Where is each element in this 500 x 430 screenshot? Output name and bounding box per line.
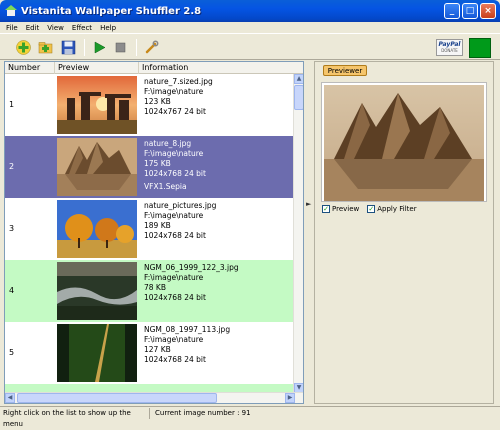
checkbox-check-icon[interactable]: ✓: [322, 205, 330, 213]
image-dimensions: 1024x768 24 bit: [144, 355, 206, 364]
table-row[interactable]: 2 nature_8.jpg F:\image\nature 175 KB 10…: [5, 136, 295, 198]
status-hint: Right click on the list to show up the m…: [0, 407, 150, 428]
app-icon: [5, 5, 17, 17]
save-icon[interactable]: [61, 40, 76, 55]
effect-label: VFX1.Sepia: [144, 182, 187, 191]
horizontal-scrollbar[interactable]: ◀ ▶: [5, 392, 303, 403]
row-number: 2: [9, 162, 15, 171]
file-size: 189 KB: [144, 221, 171, 230]
list-header: Number Preview Information: [5, 62, 303, 74]
status-bar: Right click on the list to show up the m…: [0, 406, 500, 428]
previewer-tab[interactable]: Previewer: [323, 65, 367, 76]
preview-panel: Previewer ✓ Preview ✓ Apply Filter: [314, 61, 494, 404]
file-name: nature_7.sized.jpg: [144, 77, 213, 86]
table-row[interactable]: 3 nature_pictures.jpg F:\image\nature 18…: [5, 198, 295, 260]
row-information: NGM_06_1999_122_3.jpg F:\image\nature 78…: [144, 263, 239, 303]
scroll-thumb[interactable]: [294, 85, 303, 110]
row-number: 1: [9, 100, 15, 109]
image-dimensions: 1024x768 24 bit: [144, 169, 206, 178]
row-number: 4: [9, 286, 15, 295]
menu-bar: File Edit View Effect Help: [0, 22, 500, 33]
column-information[interactable]: Information: [139, 62, 303, 74]
file-size: 175 KB: [144, 159, 171, 168]
preview-checkbox-label: Preview: [332, 205, 360, 213]
image-dimensions: 1024x767 24 bit: [144, 107, 206, 116]
menu-effect[interactable]: Effect: [72, 24, 92, 32]
preview-frame: [321, 82, 487, 202]
file-name: nature_8.jpg: [144, 139, 192, 148]
file-path: F:\image\nature: [144, 273, 204, 282]
window-title: Vistanita Wallpaper Shuffler 2.8: [21, 5, 202, 17]
apply-filter-checkbox[interactable]: ✓ Apply Filter: [367, 205, 417, 213]
menu-help[interactable]: Help: [100, 24, 116, 32]
column-preview[interactable]: Preview: [55, 62, 139, 74]
image-dimensions: 1024x768 24 bit: [144, 231, 206, 240]
splitter-arrow-icon[interactable]: ►: [306, 199, 311, 209]
preview-image: [324, 85, 484, 201]
row-information: nature_8.jpg F:\image\nature 175 KB 1024…: [144, 139, 206, 192]
add-icon[interactable]: [16, 40, 31, 55]
column-number[interactable]: Number: [5, 62, 55, 74]
thumbnail-image: [57, 262, 137, 320]
scroll-thumb[interactable]: [17, 393, 217, 403]
row-number: 3: [9, 224, 15, 233]
play-icon[interactable]: [92, 40, 107, 55]
close-button[interactable]: ×: [480, 3, 496, 19]
row-information: nature_pictures.jpg F:\image\nature 189 …: [144, 201, 216, 241]
image-dimensions: 1024x768 24 bit: [144, 293, 206, 302]
thumbnail-image: [57, 76, 137, 134]
panel-splitter[interactable]: ►: [305, 61, 313, 404]
file-path: F:\image\nature: [144, 149, 204, 158]
file-size: 78 KB: [144, 283, 166, 292]
preview-checkbox[interactable]: ✓ Preview: [322, 205, 359, 213]
row-number: 5: [9, 348, 15, 357]
table-row[interactable]: 5 NGM_08_1997_113.jpg F:\image\nature 12…: [5, 322, 295, 384]
settings-wrench-icon[interactable]: [144, 40, 159, 55]
file-size: 127 KB: [144, 345, 171, 354]
add-folder-icon[interactable]: [38, 40, 53, 55]
row-information: nature_7.sized.jpg F:\image\nature 123 K…: [144, 77, 213, 117]
thumbnail-image: [57, 324, 137, 382]
thumbnail-image: [57, 138, 137, 196]
thumbnail-image: [57, 200, 137, 258]
file-path: F:\image\nature: [144, 87, 204, 96]
status-current-image: Current image number : 91: [155, 408, 251, 417]
maximize-button[interactable]: □: [462, 3, 478, 19]
minimize-button[interactable]: _: [444, 3, 460, 19]
vertical-scrollbar[interactable]: ▲ ▼: [293, 74, 303, 393]
menu-edit[interactable]: Edit: [26, 24, 40, 32]
scroll-left-icon[interactable]: ◀: [5, 393, 15, 403]
status-indicator[interactable]: [469, 38, 491, 58]
table-row[interactable]: 1 nature_7.sized.jpg F:\image\nature 123…: [5, 74, 295, 136]
apply-filter-label: Apply Filter: [377, 205, 417, 213]
toolbar: PayPal DONATE: [0, 33, 500, 60]
menu-view[interactable]: View: [47, 24, 64, 32]
row-information: NGM_08_1997_113.jpg F:\image\nature 127 …: [144, 325, 230, 365]
image-list[interactable]: Number Preview Information 1 nature_7.si…: [4, 61, 304, 404]
file-name: NGM_06_1999_122_3.jpg: [144, 263, 239, 272]
file-name: nature_pictures.jpg: [144, 201, 217, 210]
checkbox-check-icon[interactable]: ✓: [367, 205, 376, 213]
file-path: F:\image\nature: [144, 211, 204, 220]
file-path: F:\image\nature: [144, 335, 204, 344]
table-row[interactable]: 4 NGM_06_1999_122_3.jpg F:\image\nature …: [5, 260, 295, 322]
paypal-sub: DONATE: [441, 48, 458, 53]
file-size: 123 KB: [144, 97, 171, 106]
title-bar: Vistanita Wallpaper Shuffler 2.8 _ □ ×: [0, 0, 500, 22]
paypal-donate-button[interactable]: PayPal DONATE: [436, 39, 463, 56]
scroll-right-icon[interactable]: ▶: [285, 393, 295, 403]
stop-icon[interactable]: [113, 40, 128, 55]
scroll-up-icon[interactable]: ▲: [294, 74, 303, 84]
file-name: NGM_08_1997_113.jpg: [144, 325, 231, 334]
menu-file[interactable]: File: [6, 24, 18, 32]
